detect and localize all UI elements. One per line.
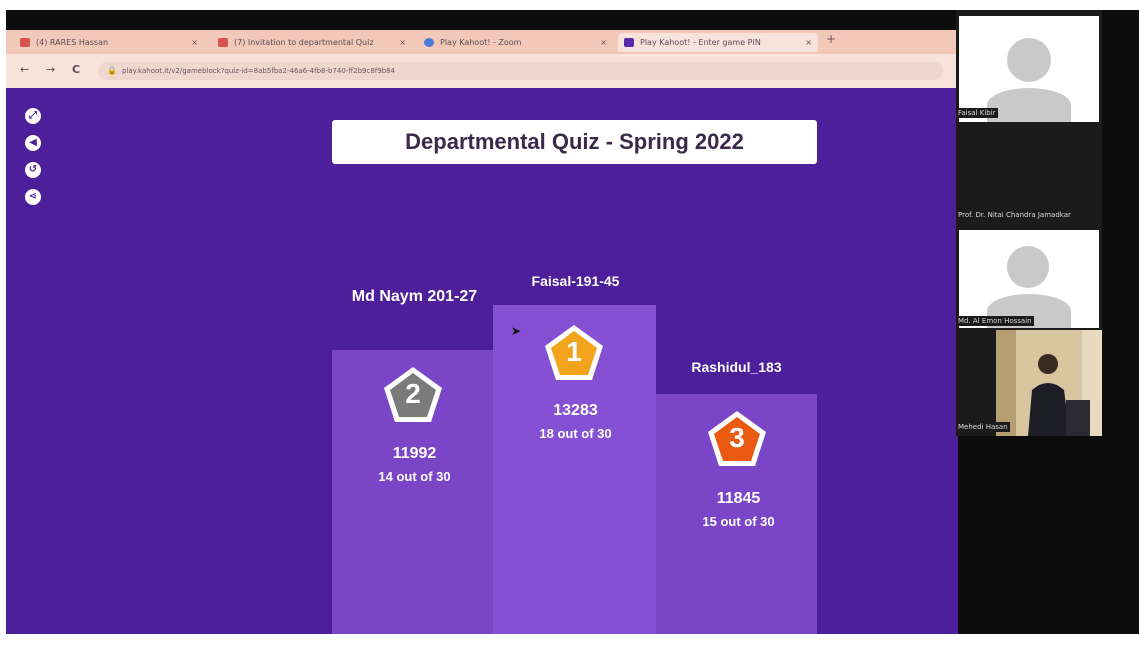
tab-close-icon[interactable]: × — [399, 33, 406, 52]
person-video-icon — [996, 330, 1102, 436]
avatar-head-icon — [1007, 246, 1049, 288]
avatar-body-icon — [987, 88, 1071, 122]
podium-first-correct: 18 out of 30 — [539, 426, 612, 441]
browser-tab-3[interactable]: Play Kahoot! - Zoom × — [418, 33, 613, 52]
participant-name: Faisal Kibir — [956, 108, 998, 118]
participant-name: Prof. Dr. Nitai Chandra Jamadkar — [956, 210, 1073, 220]
podium-third-name: Rashidul_183 — [691, 359, 782, 375]
tab-close-icon[interactable]: × — [600, 33, 607, 52]
podium-first-score: 13283 — [553, 402, 598, 419]
browser-tab-bar: (4) RARES Hassan × (7) Invitation to dep… — [6, 30, 958, 54]
bronze-badge-icon: 3 — [705, 408, 769, 472]
browser-tab-1[interactable]: (4) RARES Hassan × — [14, 33, 204, 52]
share-icon[interactable]: ⋖ — [25, 189, 41, 205]
browser-address-bar: ← → C 🔒 play.kahoot.it/v2/gameblock?quiz… — [6, 54, 958, 88]
quiz-title: Departmental Quiz - Spring 2022 — [332, 120, 817, 164]
podium-second-correct: 14 out of 30 — [378, 469, 451, 484]
new-tab-button[interactable]: + — [826, 32, 836, 46]
replay-icon[interactable]: ↺ — [25, 162, 41, 178]
silver-badge-icon: 2 — [381, 364, 445, 428]
podium-second-score: 11992 — [392, 445, 437, 462]
browser-tab-2[interactable]: (7) Invitation to departmental Quiz × — [212, 33, 412, 52]
kahoot-favicon-icon — [624, 38, 634, 47]
avatar — [959, 230, 1099, 328]
mouse-cursor-icon: ➤ — [511, 324, 522, 338]
screen-share-frame: (4) RARES Hassan × (7) Invitation to dep… — [6, 10, 1139, 634]
volume-icon[interactable]: ◀ — [25, 135, 41, 151]
podium-third-correct: 15 out of 30 — [702, 514, 775, 529]
tab-close-icon[interactable]: × — [191, 33, 198, 52]
rank-number: 2 — [405, 378, 421, 409]
participant-name: Mehedi Hasan — [956, 422, 1010, 432]
kahoot-podium-stage: ⤢ ◀ ↺ ⋖ Departmental Quiz - Spring 2022 … — [6, 88, 958, 634]
podium-second-name: Md Naym 201-27 — [351, 288, 478, 305]
avatar — [959, 16, 1099, 122]
gold-badge-icon: 1 — [542, 322, 606, 386]
tab-favicon-icon — [20, 38, 30, 47]
tab-close-icon[interactable]: × — [805, 33, 812, 52]
forward-arrow-icon[interactable]: → — [46, 63, 55, 76]
participant-name: Md. Al Emon Hossain — [956, 316, 1034, 326]
podium-third-score: 11845 — [716, 490, 761, 507]
avatar-head-icon — [1007, 38, 1051, 82]
zoom-favicon-icon — [424, 38, 434, 47]
rank-number: 1 — [566, 336, 582, 367]
participant-tile-4[interactable] — [956, 330, 1102, 436]
participant-tile-3[interactable] — [956, 230, 1102, 330]
url-field[interactable]: 🔒 play.kahoot.it/v2/gameblock?quiz-id=8a… — [98, 62, 943, 80]
back-arrow-icon[interactable]: ← — [20, 63, 29, 76]
expand-icon[interactable]: ⤢ — [25, 108, 41, 124]
reload-icon[interactable]: C — [72, 63, 80, 76]
lock-icon: 🔒 — [107, 66, 117, 75]
browser-tab-4-active[interactable]: Play Kahoot! - Enter game PIN × — [618, 33, 818, 52]
participant-video — [996, 330, 1102, 436]
podium-first-name: Faisal-191-45 — [531, 273, 620, 289]
tab-favicon-icon — [218, 38, 228, 47]
rank-number: 3 — [729, 422, 745, 453]
